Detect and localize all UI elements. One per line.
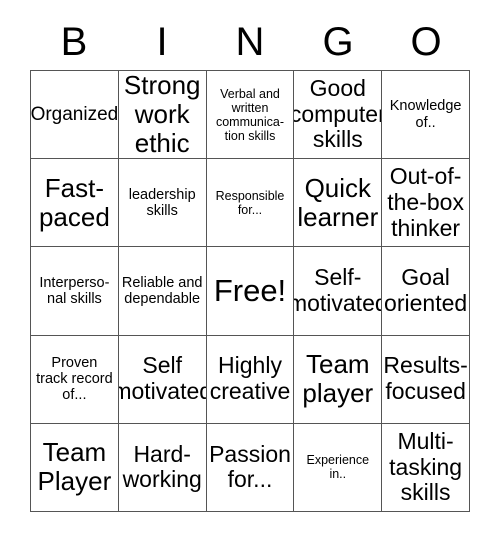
bingo-cell-r1c2[interactable]: Strong work ethic xyxy=(118,71,207,160)
bingo-cell-label: Strong work ethic xyxy=(123,71,201,159)
bingo-cell-label: Responsible for... xyxy=(215,188,285,217)
bingo-cell-r4c1[interactable]: Proven track record of... xyxy=(31,335,119,424)
bingo-cell-r5c5[interactable]: Multi-tasking skills xyxy=(382,423,470,512)
bingo-cell-r3c5[interactable]: Goal oriented xyxy=(382,247,470,336)
bingo-cell-label: Team Player xyxy=(37,437,112,497)
bingo-cell-label: Multi-tasking skills xyxy=(389,427,463,506)
bingo-cell-label: Experience in.. xyxy=(306,453,370,482)
bingo-cell-label: Highly creative xyxy=(209,352,291,405)
bingo-cell-r5c1[interactable]: Team Player xyxy=(31,423,119,512)
bingo-cell-label: Results-focused xyxy=(383,352,468,405)
bingo-free-space-label: Free! xyxy=(213,272,287,308)
bingo-cell-r1c1[interactable]: Organized xyxy=(31,71,119,160)
bingo-cell-label: Self-motivated xyxy=(294,264,383,316)
bingo-cell-r2c2[interactable]: leadership skills xyxy=(118,159,207,248)
bingo-cell-r4c5[interactable]: Results-focused xyxy=(382,335,470,424)
bingo-cell-free-space[interactable]: Free! xyxy=(206,247,295,336)
bingo-cell-r5c2[interactable]: Hard-working xyxy=(118,423,207,512)
bingo-cell-r3c2[interactable]: Reliable and dependable xyxy=(118,247,207,336)
bingo-cell-label: Good computer skills xyxy=(294,74,383,153)
bingo-cell-label: Quick learner xyxy=(297,172,379,232)
bingo-cell-label: Fast-paced xyxy=(38,172,110,232)
bingo-header-letter-i: I xyxy=(156,20,168,64)
bingo-cell-label: Hard-working xyxy=(122,440,202,493)
bingo-cell-label: Goal oriented xyxy=(384,264,468,316)
bingo-cell-r4c4[interactable]: Team player xyxy=(294,335,383,424)
bingo-cell-label: Passion for... xyxy=(209,440,291,493)
bingo-cell-r2c5[interactable]: Out-of-the-box thinker xyxy=(382,159,470,248)
bingo-cell-r1c3[interactable]: Verbal and written communica-tion skills xyxy=(206,71,295,160)
bingo-cell-label: Out-of-the-box thinker xyxy=(387,163,464,241)
bingo-cell-label: Self motivated xyxy=(119,352,207,405)
bingo-cell-label: Verbal and written communica-tion skills xyxy=(215,86,285,143)
bingo-cell-r3c4[interactable]: Self-motivated xyxy=(294,247,383,336)
bingo-cell-r2c4[interactable]: Quick learner xyxy=(294,159,383,248)
bingo-cell-r5c4[interactable]: Experience in.. xyxy=(294,423,383,512)
bingo-cell-r2c1[interactable]: Fast-paced xyxy=(31,159,119,248)
bingo-card: B I N G O Organized Strong work ethic Ve… xyxy=(0,0,500,544)
bingo-header-letter-b: B xyxy=(60,20,88,64)
bingo-header-letter-g: G xyxy=(322,20,354,64)
bingo-cell-label: Team player xyxy=(302,349,374,409)
bingo-cell-r4c2[interactable]: Self motivated xyxy=(118,335,207,424)
bingo-cell-r2c3[interactable]: Responsible for... xyxy=(206,159,295,248)
bingo-grid: Organized Strong work ethic Verbal and w… xyxy=(30,70,470,512)
bingo-cell-r4c3[interactable]: Highly creative xyxy=(206,335,295,424)
bingo-cell-label: Organized xyxy=(31,103,119,125)
bingo-cell-r1c5[interactable]: Knowledge of.. xyxy=(382,71,470,160)
bingo-cell-r5c3[interactable]: Passion for... xyxy=(206,423,295,512)
bingo-cell-r1c4[interactable]: Good computer skills xyxy=(294,71,383,160)
bingo-cell-label: leadership skills xyxy=(128,186,196,219)
bingo-cell-label: Proven track record of... xyxy=(36,354,113,404)
bingo-cell-label: Interperso-nal skills xyxy=(39,274,110,307)
bingo-cell-label: Knowledge of.. xyxy=(389,98,462,131)
bingo-header: B I N G O xyxy=(30,14,470,70)
bingo-cell-label: Reliable and dependable xyxy=(121,274,203,307)
bingo-header-letter-n: N xyxy=(235,20,265,64)
bingo-cell-r3c1[interactable]: Interperso-nal skills xyxy=(31,247,119,336)
bingo-header-letter-o: O xyxy=(410,20,442,64)
